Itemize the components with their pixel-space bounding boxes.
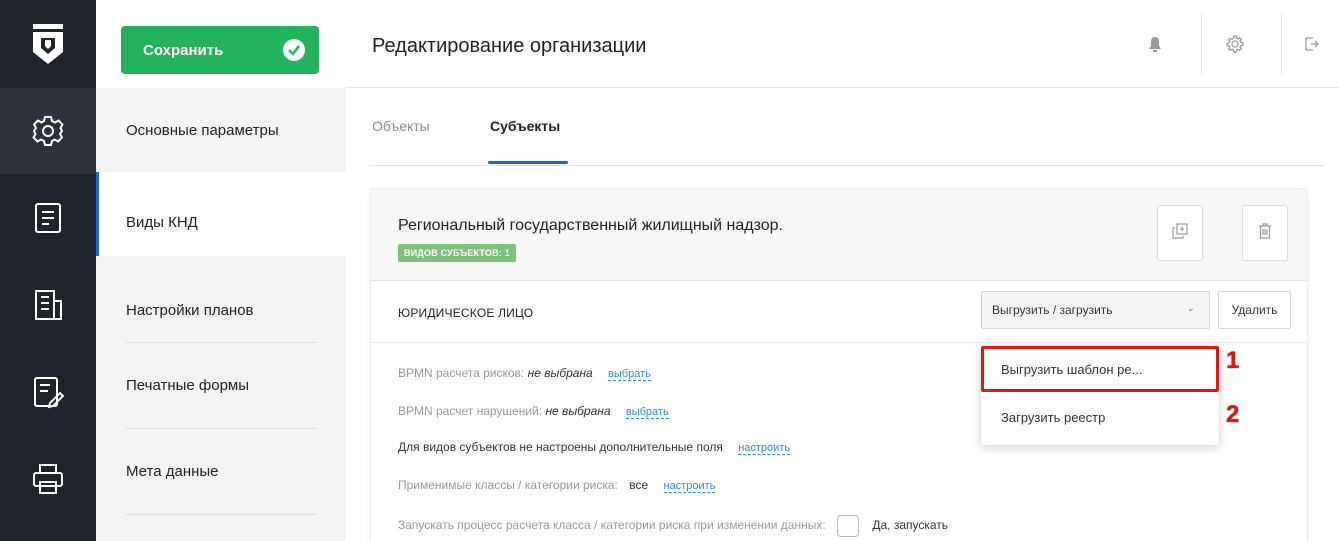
- card-title: Региональный государственный жилищный на…: [398, 217, 784, 234]
- rail-item-documents[interactable]: [0, 175, 96, 261]
- app-rail: [0, 0, 96, 541]
- risk-classes-configure-link[interactable]: настроить: [663, 480, 716, 493]
- active-tab-indicator: [488, 161, 568, 164]
- run-process-option: Да, запускать: [872, 518, 949, 533]
- subject-count-badge: ВИДОВ СУБЪЕКТОВ: 1: [398, 244, 516, 262]
- menu-item-import-registry[interactable]: Загрузить реестр: [981, 394, 1219, 440]
- save-area: Сохранить: [96, 0, 346, 88]
- menu-item-label: Настройки планов: [126, 302, 254, 319]
- gear-icon: [31, 114, 65, 148]
- save-button-label: Сохранить: [143, 41, 224, 59]
- logout-icon[interactable]: [1282, 0, 1339, 88]
- copy-icon: [1172, 222, 1188, 244]
- tab-bar: Объекты Субъекты: [370, 88, 1325, 166]
- card-header: Региональный государственный жилищный на…: [371, 189, 1307, 281]
- menu-item-plan-settings[interactable]: Настройки планов: [96, 256, 346, 340]
- run-process-label: Запускать процесс расчета класса / катег…: [398, 518, 826, 533]
- building-icon: [32, 288, 64, 322]
- trash-icon: [1258, 222, 1272, 244]
- delete-button[interactable]: Удалить: [1218, 291, 1291, 329]
- tab-subjects[interactable]: Субъекты: [490, 118, 560, 134]
- risk-classes-value: все: [629, 478, 649, 492]
- save-button[interactable]: Сохранить: [121, 26, 319, 74]
- export-import-menu: Выгрузить шаблон ре... Загрузить реестр: [981, 346, 1219, 445]
- rail-item-print[interactable]: [0, 436, 96, 522]
- extra-fields-text: Для видов субъектов не настроены дополни…: [398, 440, 723, 454]
- settings-icon[interactable]: [1202, 0, 1268, 88]
- check-icon: [283, 39, 305, 61]
- menu-item-label: Мета данные: [126, 462, 219, 480]
- menu-item-label: Загрузить реестр: [1001, 409, 1106, 425]
- bpmn-violation-row: BPMN расчет нарушений: не выбрана выбрат…: [398, 404, 669, 419]
- extra-fields-row: Для видов субъектов не настроены дополни…: [398, 440, 791, 455]
- menu-item-label: Печатные формы: [126, 376, 250, 394]
- document-icon: [33, 201, 63, 235]
- menu-item-export-template[interactable]: Выгрузить шаблон ре...: [981, 346, 1219, 392]
- menu-item-label: Выгрузить шаблон ре...: [1001, 361, 1143, 377]
- bpmn-risk-label: BPMN расчета рисков:: [398, 366, 525, 380]
- bpmn-violation-select-link[interactable]: выбрать: [625, 406, 669, 419]
- page-header: Редактирование организации: [346, 0, 1339, 88]
- menu-item-knd-types[interactable]: Виды КНД: [96, 172, 346, 256]
- rail-item-organizations[interactable]: [0, 262, 96, 348]
- tab-objects[interactable]: Объекты: [372, 118, 430, 134]
- run-process-checkbox[interactable]: [837, 515, 860, 537]
- bpmn-risk-select-link[interactable]: выбрать: [608, 368, 651, 381]
- section-title: ЮРИДИЧЕСКОЕ ЛИЦО: [398, 306, 534, 320]
- callout-number-1: 1: [1226, 347, 1240, 374]
- shield-logo-icon[interactable]: [0, 0, 96, 88]
- bpmn-violation-label: BPMN расчет нарушений:: [398, 404, 543, 418]
- menu-item-label: Виды КНД: [126, 214, 198, 231]
- menu-item-print-forms[interactable]: Печатные формы: [96, 343, 346, 427]
- rail-item-settings[interactable]: [0, 88, 96, 174]
- bpmn-violation-value: не выбрана: [545, 404, 611, 418]
- subject-section-header: ЮРИДИЧЕСКОЕ ЛИЦО Выгрузить / загрузить ⌄…: [371, 281, 1307, 343]
- dropdown-label: Выгрузить / загрузить: [992, 303, 1113, 317]
- risk-classes-row: Применимые классы / категории риска: все…: [398, 478, 716, 493]
- callout-number-2: 2: [1226, 401, 1240, 428]
- rail-item-registry[interactable]: [0, 349, 96, 435]
- run-process-row: Запускать процесс расчета класса / катег…: [398, 515, 948, 537]
- risk-classes-label: Применимые классы / категории риска:: [398, 478, 618, 492]
- delete-button-label: Удалить: [1231, 303, 1278, 317]
- menu-item-main-params[interactable]: Основные параметры: [96, 88, 346, 172]
- printer-icon: [31, 462, 65, 496]
- delete-card-button[interactable]: [1242, 205, 1288, 261]
- bpmn-risk-row: BPMN расчета рисков: не выбрана выбрать: [398, 366, 651, 381]
- bpmn-risk-value: не выбрана: [527, 366, 593, 380]
- copy-button[interactable]: [1157, 205, 1203, 261]
- edit-list-icon: [32, 375, 64, 409]
- page-title: Редактирование организации: [372, 35, 647, 57]
- menu-item-label: Основные параметры: [126, 121, 279, 139]
- chevron-down-icon: ⌄: [1186, 303, 1195, 314]
- extra-fields-configure-link[interactable]: настроить: [738, 442, 791, 455]
- bell-icon[interactable]: [1122, 0, 1188, 88]
- menu-divider: [126, 514, 316, 515]
- menu-item-metadata[interactable]: Мета данные: [96, 429, 346, 513]
- export-import-dropdown[interactable]: Выгрузить / загрузить ⌄: [981, 291, 1210, 329]
